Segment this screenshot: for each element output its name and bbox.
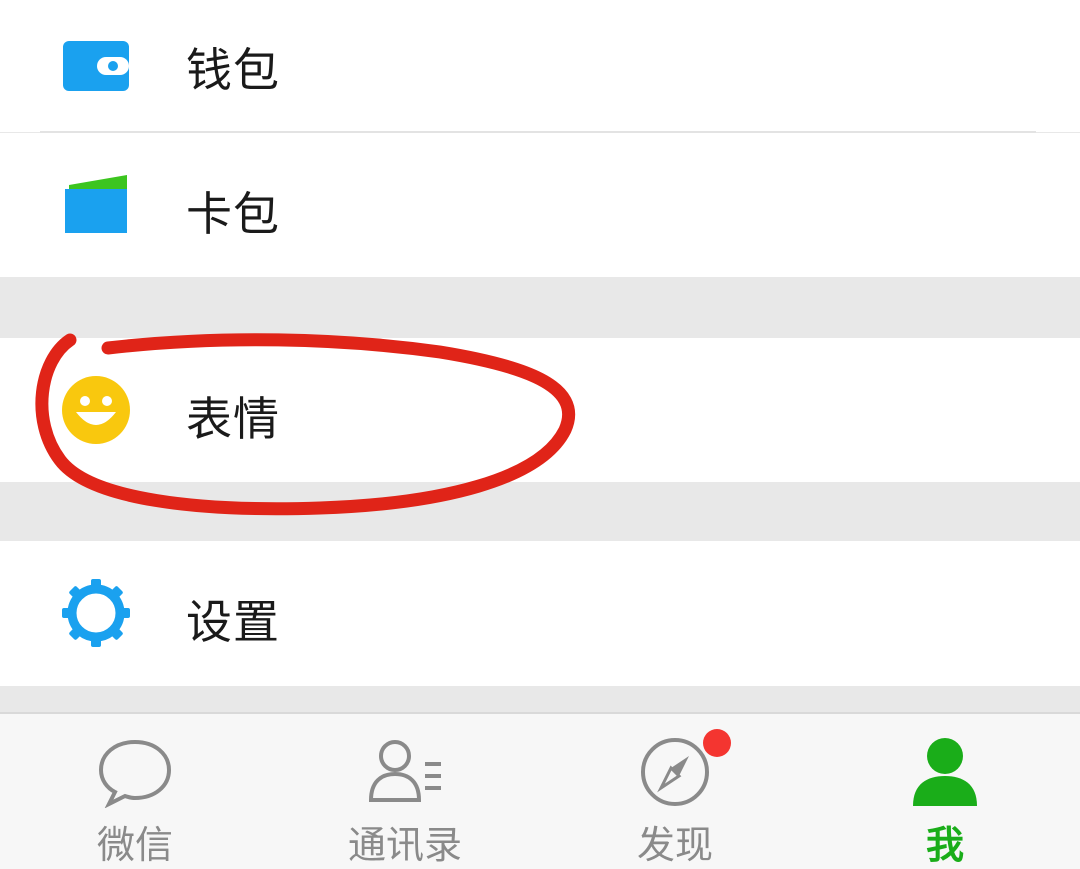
tab-label: 我 [925,823,964,867]
menu-item-cards[interactable]: 卡包 [0,133,1080,277]
tab-me[interactable]: 我 [845,714,1045,869]
tab-chats[interactable]: 微信 [35,714,235,869]
bottom-tab-bar: 微信 通讯录 发现 我 [0,712,1080,869]
tab-label: 微信 [96,823,173,867]
menu-item-label: 钱包 [186,43,280,97]
tab-discover[interactable]: 发现 [575,714,775,869]
gear-icon [58,575,134,651]
menu-item-label: 设置 [186,595,280,649]
wallet-icon [58,28,134,104]
menu-item-label: 卡包 [186,187,280,241]
tab-label: 发现 [636,823,713,867]
smiley-face-icon [58,372,134,448]
menu-item-stickers[interactable]: 表情 [0,338,1080,482]
menu-item-wallet[interactable]: 钱包 [0,0,1080,132]
menu-item-settings[interactable]: 设置 [0,541,1080,686]
tab-contacts[interactable]: 通讯录 [305,714,505,869]
contacts-icon [365,734,445,808]
notification-dot [703,729,731,757]
card-holder-icon [58,167,134,243]
tab-label: 通讯录 [347,823,462,867]
chat-bubble-icon [95,734,175,809]
person-icon [905,734,985,808]
menu-item-label: 表情 [186,392,280,446]
